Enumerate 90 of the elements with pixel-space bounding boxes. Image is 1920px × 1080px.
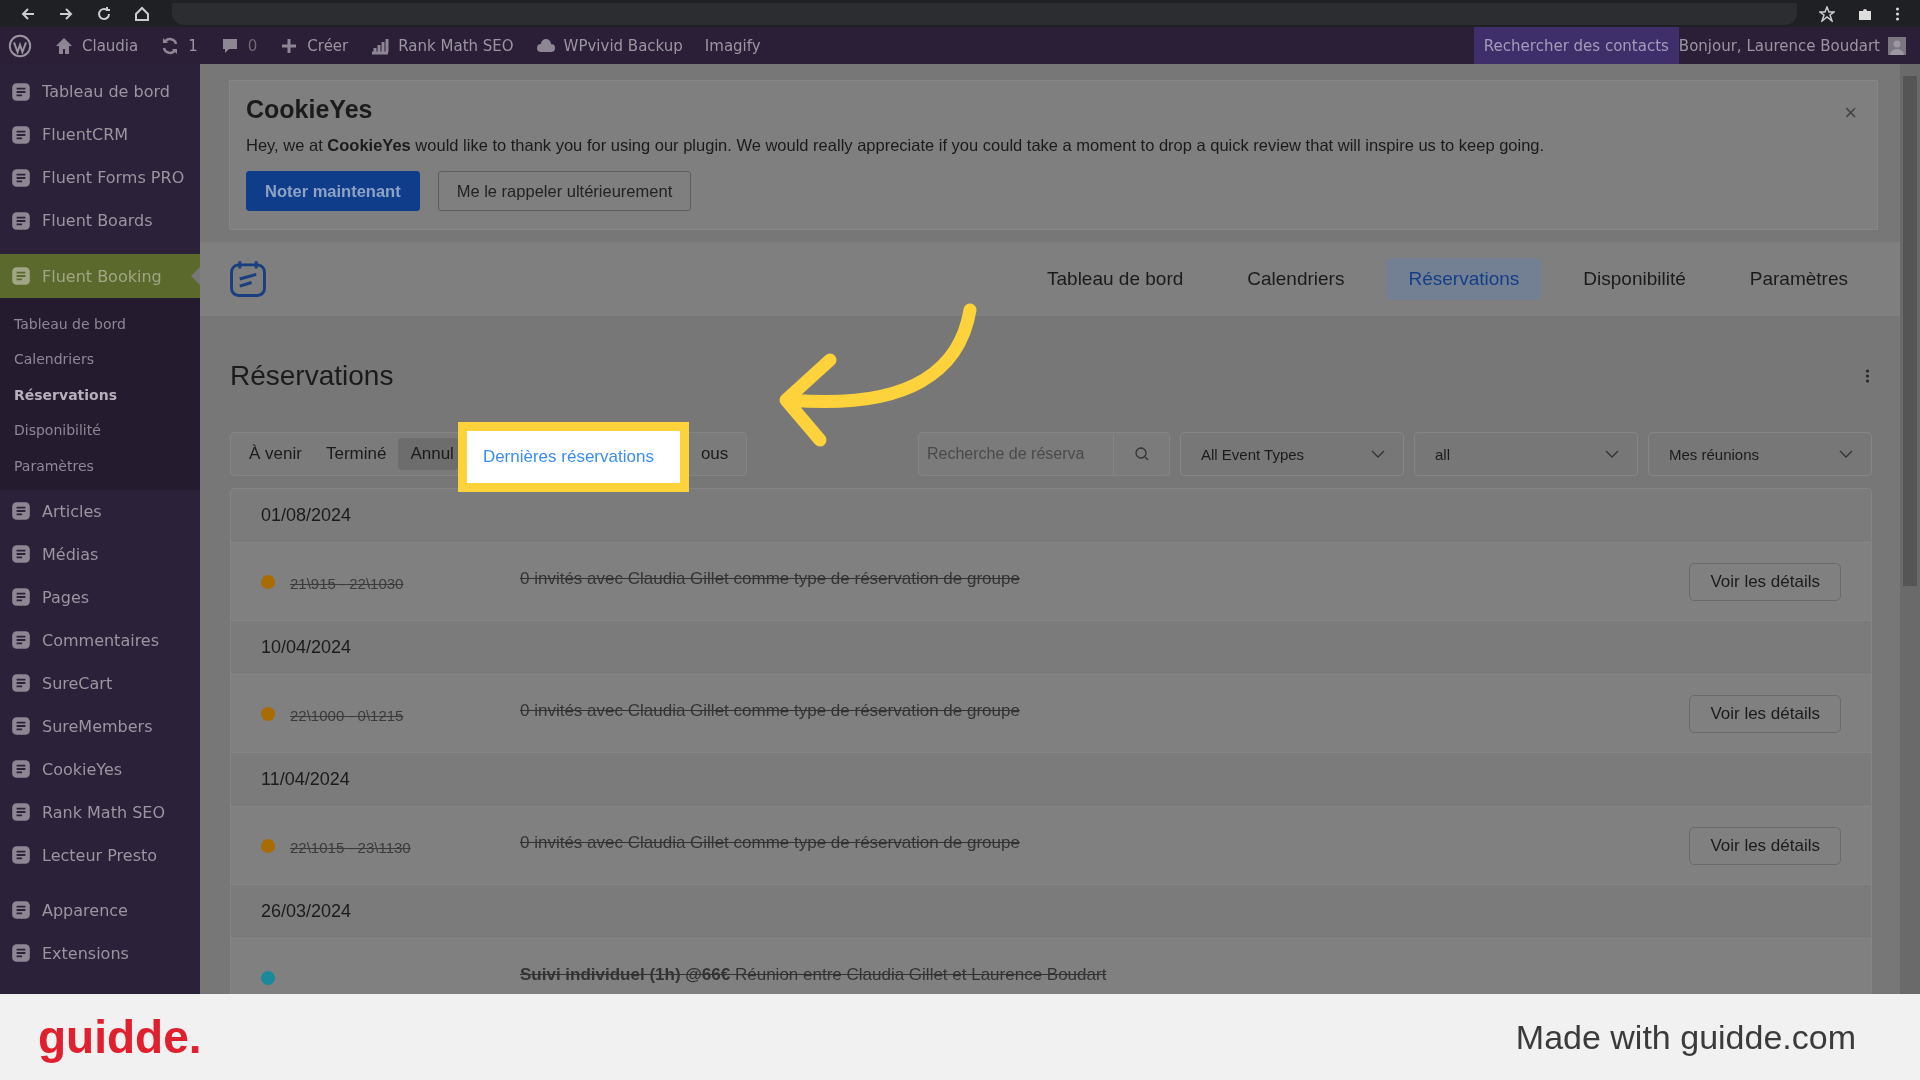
rounded-square-icon [10,672,32,694]
footer-tagline: Made with guidde.com [1515,1017,1856,1057]
dropdown[interactable]: All Event Types [1180,432,1404,476]
rounded-square-icon [10,801,32,823]
rounded-square-icon [10,758,32,780]
rounded-square-icon [10,80,32,103]
filter-tab[interactable]: ous [688,438,741,470]
back-icon[interactable] [20,5,36,22]
dropdown[interactable]: Mes réunions [1648,432,1872,476]
rate-button[interactable]: Noter maintenant [246,171,420,211]
admin-bar-item[interactable]: 1 [160,27,198,64]
nav-tab[interactable]: Réservations [1386,258,1542,300]
sidebar-item[interactable]: Articles [0,489,200,533]
submenu-item[interactable]: Paramètres [0,448,200,484]
filter-tab[interactable]: À venir [237,438,314,470]
kebab-menu-icon[interactable] [1895,5,1900,22]
time-range: 22\1015 - 23\1130 [290,838,412,856]
sidebar-item[interactable]: Commentaires [0,618,200,662]
rounded-square-icon [10,265,32,287]
sidebar-item[interactable]: SureMembers [0,704,200,748]
sidebar-item[interactable]: Fluent Boards [0,199,200,242]
filter-tab[interactable]: Annul [398,438,458,470]
rounded-square-icon [10,209,32,232]
submenu-item[interactable]: Tableau de bord [0,306,200,342]
sidebar-item[interactable]: Extensions [0,931,200,975]
close-button[interactable]: × [1838,99,1863,127]
sidebar-item[interactable]: Fluent Forms PRO [0,156,200,199]
sidebar-item[interactable]: Tableau de bord [0,70,200,113]
home-icon [54,35,74,56]
avatar-icon [1888,36,1906,55]
time-range: 21\915 - 22\1030 [290,574,405,592]
chevron-down-icon [1371,450,1385,458]
notice-message: Hey, we at CookieYes would like to thank you for using our plugin. We would really appreciate if you could take a moment to drop a quick review that will inspire us to keep going. [246,136,1546,155]
nav-tab[interactable]: Calendriers [1225,258,1367,300]
admin-bar-item[interactable]: Créer [279,27,349,64]
sidebar-item[interactable]: CookieYes [0,747,200,791]
nav-tab[interactable]: Tableau de bord [1025,258,1206,300]
forward-icon[interactable] [58,5,74,22]
booking-description: 0 invités avec Claudia Gillet comme type de réservation de groupe [520,700,1021,722]
submenu-item[interactable]: Disponibilité [0,412,200,448]
rounded-square-icon [10,942,32,964]
booking-description: 0 invités avec Claudia Gillet comme type de réservation de groupe [520,832,1021,854]
admin-bar-item[interactable]: WPvivid Backup [535,27,683,64]
plugin-logo: CookieYes [246,95,373,124]
star-icon[interactable] [1819,5,1835,22]
remind-later-button[interactable]: Me le rappeler ultérieurement [437,171,692,211]
admin-bar-item[interactable]: Imagify [704,27,761,64]
submenu-item[interactable]: Réservations [0,377,200,413]
sidebar-item[interactable]: Apparence [0,888,200,932]
rounded-square-icon [10,543,32,565]
rounded-square-icon [10,629,32,651]
details-button[interactable]: Voir les détails [1689,562,1841,601]
sidebar-item[interactable]: Rank Math SEO [0,790,200,834]
submenu-item[interactable]: Calendriers [0,341,200,377]
details-button[interactable]: Voir les détails [1689,826,1841,865]
sidebar-item[interactable]: Lecteur Presto [0,833,200,877]
chevron-down-icon [1839,450,1853,458]
filter-tab[interactable]: Dernières réservations [457,422,689,492]
page-title: Réservations [230,360,394,392]
details-button[interactable]: Voir les détails [1689,694,1841,733]
contact-search-button[interactable]: Rechercher des contacts [1473,27,1679,64]
sidebar-item[interactable]: Médias [0,532,200,576]
rounded-square-icon [10,166,32,189]
dropdown[interactable]: all [1414,432,1638,476]
brand-logo: guidde. [38,1010,202,1064]
calendar-logo-icon [228,259,268,299]
sidebar-item[interactable]: SureCart [0,661,200,705]
nav-tab[interactable]: Paramètres [1727,258,1870,300]
booking-description: 0 invités avec Claudia Gillet comme type de réservation de groupe [520,568,1021,590]
admin-bar-item[interactable]: Rank Math SEO [370,27,514,64]
rounded-square-icon [10,500,32,522]
booking-description: Suivi individuel (1h) @66€ Réunion entre Claudia Gillet et Laurence Boudart [520,964,1108,986]
rounded-square-icon [10,586,32,608]
nav-tab[interactable]: Disponibilité [1561,258,1708,300]
rounded-square-icon [10,899,32,921]
sidebar-item[interactable]: FluentCRM [0,113,200,156]
admin-bar-item[interactable]: Claudia [54,27,139,64]
home-icon[interactable] [134,5,150,22]
rounded-square-icon [10,715,32,737]
search-icon [1133,446,1150,462]
account-menu[interactable]: Bonjour, Laurence Boudart [1678,27,1920,64]
rounded-square-icon [10,844,32,866]
chevron-down-icon [1605,450,1619,458]
admin-bar-item[interactable]: 0 [219,27,258,64]
time-range: 22\1000 - 0\1215 [290,706,405,724]
sidebar-item[interactable]: Pages [0,575,200,619]
rounded-square-icon [10,123,32,146]
logo-icon[interactable] [8,33,32,58]
filter-tab[interactable]: Terminé [313,438,399,470]
reload-icon[interactable] [96,5,112,22]
